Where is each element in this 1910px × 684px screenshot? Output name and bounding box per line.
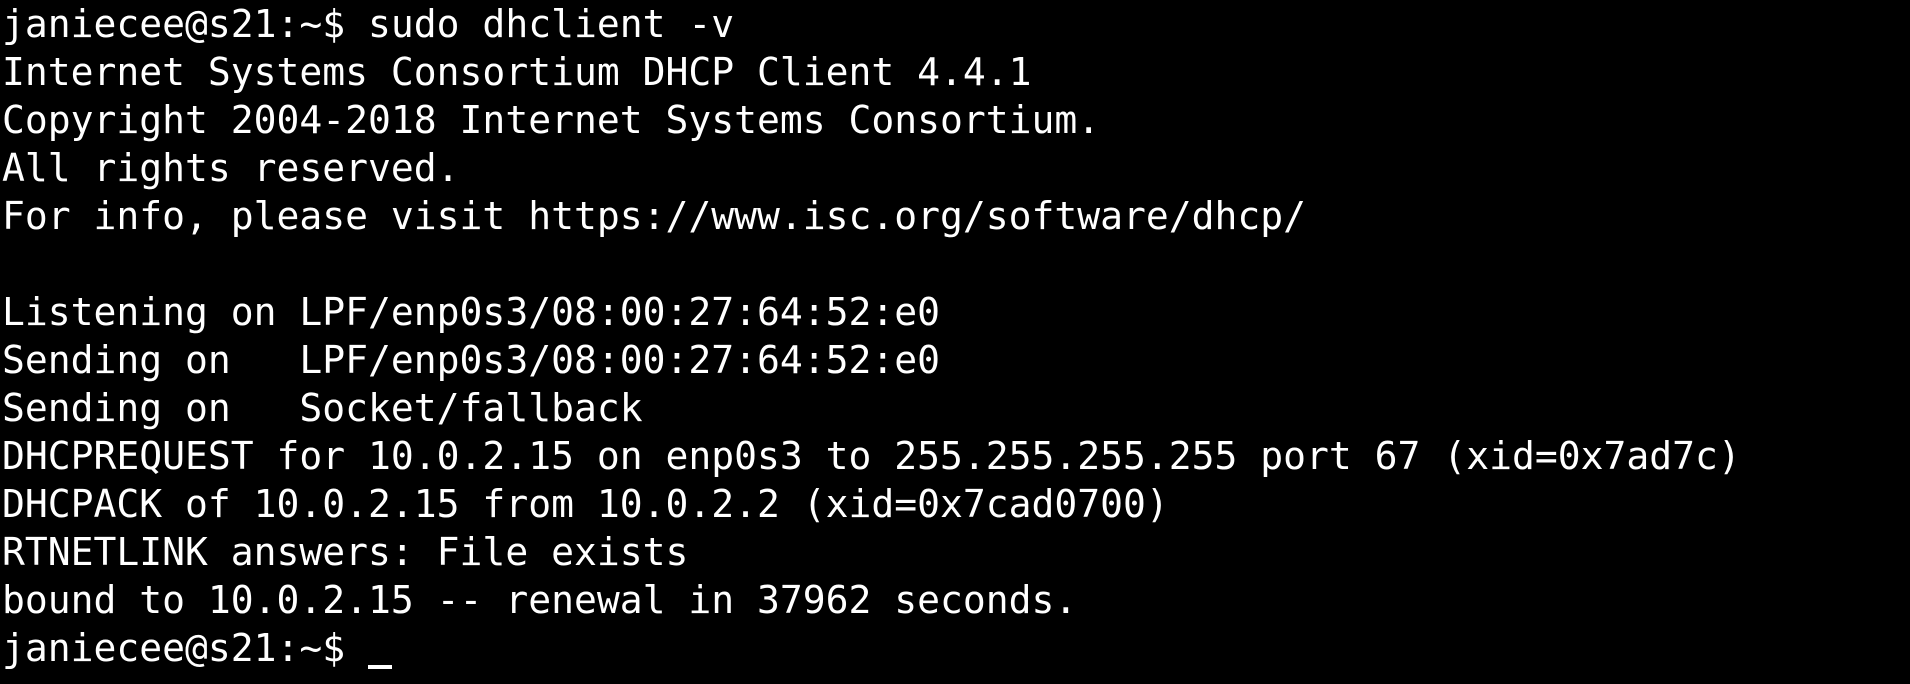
terminal-line: Sending on Socket/fallback (2, 386, 643, 430)
terminal-line: bound to 10.0.2.15 -- renewal in 37962 s… (2, 578, 1078, 622)
terminal-window[interactable]: janiecee@s21:~$ sudo dhclient -v Interne… (0, 0, 1910, 684)
terminal-line: All rights reserved. (2, 146, 460, 190)
terminal-line: Listening on LPF/enp0s3/08:00:27:64:52:e… (2, 290, 940, 334)
command-prompt-line[interactable]: janiecee@s21:~$ (2, 624, 1910, 672)
terminal-line: Internet Systems Consortium DHCP Client … (2, 50, 1032, 94)
shell-prompt: janiecee@s21:~$ (2, 626, 369, 670)
terminal-line: janiecee@s21:~$ sudo dhclient -v (2, 2, 735, 46)
terminal-line: Copyright 2004-2018 Internet Systems Con… (2, 98, 1101, 142)
terminal-line: DHCPREQUEST for 10.0.2.15 on enp0s3 to 2… (2, 434, 1741, 478)
text-cursor (368, 665, 393, 669)
terminal-line: Sending on LPF/enp0s3/08:00:27:64:52:e0 (2, 338, 940, 382)
terminal-line: RTNETLINK answers: File exists (2, 530, 689, 574)
terminal-line: DHCPACK of 10.0.2.15 from 10.0.2.2 (xid=… (2, 482, 1169, 526)
terminal-line: For info, please visit https://www.isc.o… (2, 194, 1307, 238)
